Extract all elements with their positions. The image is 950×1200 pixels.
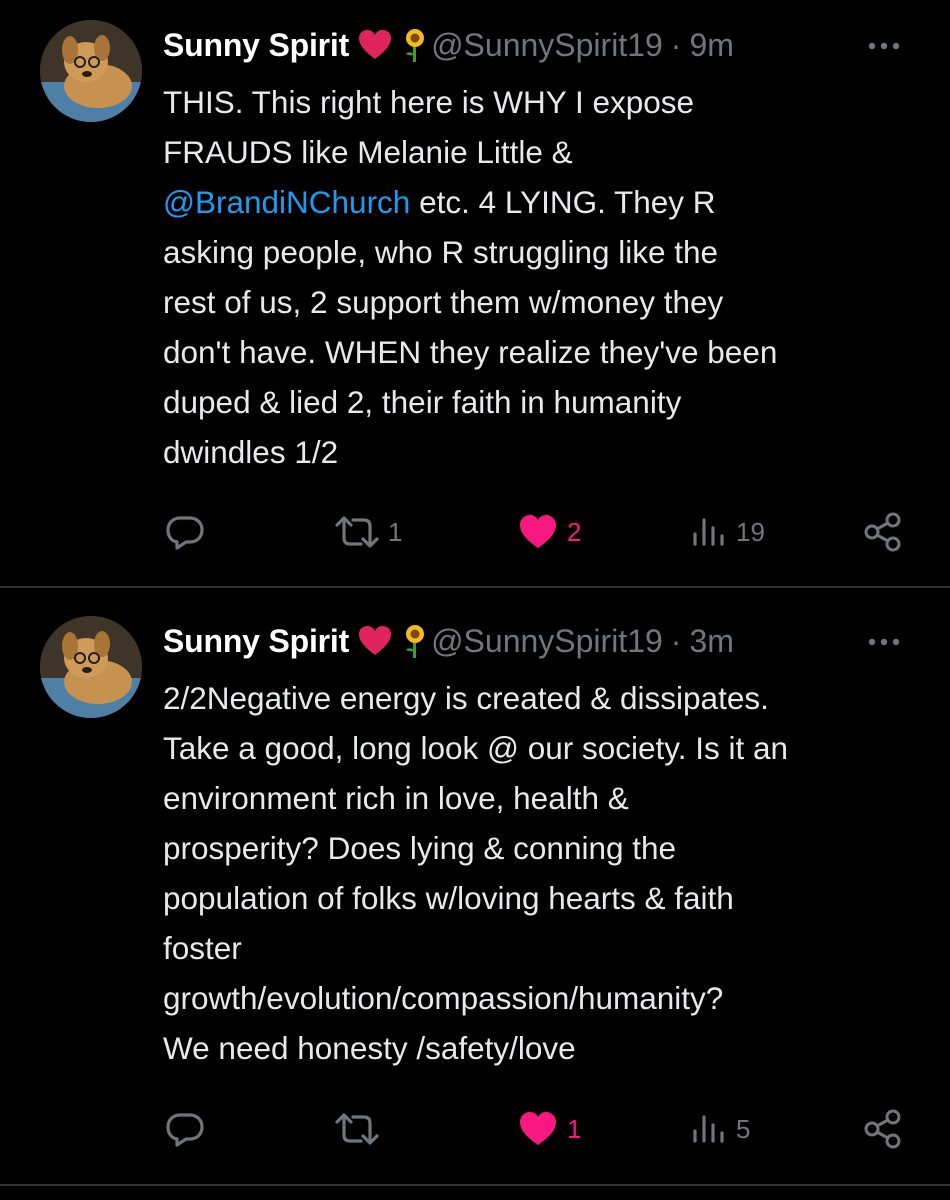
red-heart-icon xyxy=(359,30,392,59)
sunflower-icon xyxy=(406,29,425,62)
tweet-line: We need honesty /safety/love xyxy=(163,1030,576,1066)
tweet-text: THIS. This right here is WHY I expose FR… xyxy=(163,77,923,477)
like-count: 2 xyxy=(567,516,582,547)
reply-button[interactable] xyxy=(164,507,214,557)
avatar[interactable] xyxy=(40,616,142,718)
tweet-header: Sunny Spirit @SunnySpirit19 · 9m xyxy=(163,22,950,68)
views-count: 19 xyxy=(736,516,765,547)
retweet-button[interactable] xyxy=(334,1104,388,1154)
tweet-line: growth/evolution/compassion/humanity? xyxy=(163,980,724,1016)
tweet-line: THIS. This right here is WHY I expose xyxy=(163,84,695,120)
like-button[interactable]: 2 xyxy=(517,507,581,557)
author-handle[interactable]: @SunnySpirit19 xyxy=(431,27,663,64)
share-icon xyxy=(864,512,901,552)
reply-button[interactable] xyxy=(164,1104,214,1154)
more-icon[interactable] xyxy=(866,40,902,52)
author-name[interactable]: Sunny Spirit xyxy=(163,623,349,660)
retweet-button[interactable]: 1 xyxy=(334,507,402,557)
retweet-count: 1 xyxy=(388,516,403,547)
like-icon xyxy=(520,1112,556,1145)
tweet[interactable]: Sunny Spirit @SunnySpirit19 · 3m 2/2Nega… xyxy=(0,588,950,1184)
share-button[interactable] xyxy=(862,507,904,557)
separator-dot: · xyxy=(670,622,682,659)
tweet-line: dwindles 1/2 xyxy=(163,434,339,470)
tweet-line: 2/2Negative energy is created & dissipat… xyxy=(163,680,769,716)
tweet-header: Sunny Spirit @SunnySpirit19 · 3m xyxy=(163,618,950,664)
views-button[interactable]: 19 xyxy=(690,507,765,557)
author-name[interactable]: Sunny Spirit xyxy=(163,27,349,64)
tweet-line: prosperity? Does lying & conning the xyxy=(163,830,677,866)
tweet-line: population of folks w/loving hearts & fa… xyxy=(163,880,734,916)
avatar[interactable] xyxy=(40,20,142,122)
tweet[interactable]: Sunny Spirit @SunnySpirit19 · 9m THIS. T… xyxy=(0,0,950,586)
tweet-line: duped & lied 2, their faith in humanity xyxy=(163,384,682,420)
retweet-icon xyxy=(335,516,379,548)
views-icon xyxy=(693,518,724,546)
like-button[interactable]: 1 xyxy=(517,1104,581,1154)
mention-link[interactable]: @BrandiNChurch xyxy=(163,184,410,220)
timestamp[interactable]: 3m xyxy=(689,623,733,660)
tweet-line: FRAUDS like Melanie Little & xyxy=(163,134,573,170)
tweet-divider xyxy=(0,1184,950,1186)
tweet-line: Take a good, long look @ our society. Is… xyxy=(163,730,788,766)
action-bar: 1 2 19 xyxy=(0,507,950,557)
more-icon[interactable] xyxy=(866,636,902,648)
tweet-line: foster xyxy=(163,930,242,966)
retweet-icon xyxy=(335,1113,379,1145)
tweet-line: don't have. WHEN they realize they've be… xyxy=(163,334,778,370)
tweet-line: @BrandiNChurch etc. 4 LYING. They R xyxy=(163,177,923,227)
views-icon xyxy=(693,1115,724,1143)
tweet-line: asking people, who R struggling like the xyxy=(163,234,719,270)
views-button[interactable]: 5 xyxy=(690,1104,750,1154)
tweet-line-text: etc. 4 LYING. They R xyxy=(419,184,716,220)
reply-icon xyxy=(166,1113,204,1147)
share-icon xyxy=(864,1109,901,1149)
views-count: 5 xyxy=(736,1113,751,1144)
reply-icon xyxy=(166,516,204,550)
author-handle[interactable]: @SunnySpirit19 xyxy=(431,623,663,660)
red-heart-icon xyxy=(359,626,392,655)
tweet-text: 2/2Negative energy is created & dissipat… xyxy=(163,673,923,1073)
share-button[interactable] xyxy=(862,1104,904,1154)
like-icon xyxy=(520,515,556,548)
like-count: 1 xyxy=(567,1113,582,1144)
tweet-line: environment rich in love, health & xyxy=(163,780,629,816)
separator-dot: · xyxy=(670,26,682,63)
action-bar: 1 5 xyxy=(0,1104,950,1154)
tweet-line: rest of us, 2 support them w/money they xyxy=(163,284,724,320)
timestamp[interactable]: 9m xyxy=(689,27,733,64)
sunflower-icon xyxy=(406,625,425,658)
